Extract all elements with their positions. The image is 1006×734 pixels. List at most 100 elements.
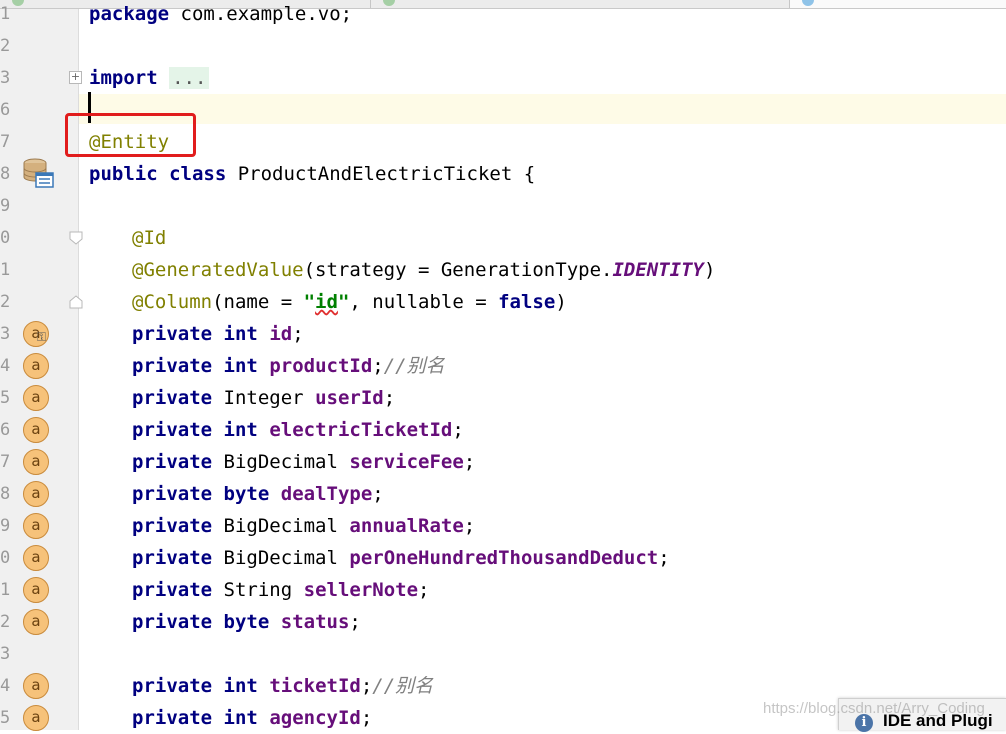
field-name: userId bbox=[315, 387, 384, 409]
line-number: 1 bbox=[0, 4, 11, 24]
code-text: private int productId;//别名 bbox=[132, 355, 445, 377]
line-number: 6 bbox=[0, 100, 11, 120]
field-icon[interactable]: a bbox=[23, 353, 49, 379]
paren: ) bbox=[555, 291, 567, 313]
type-name: Integer bbox=[223, 387, 304, 409]
line-number: 2 bbox=[0, 612, 11, 632]
field-icon[interactable]: a bbox=[23, 705, 49, 731]
field-icon[interactable]: a bbox=[23, 577, 49, 603]
comment: //别名 bbox=[383, 355, 445, 377]
keyword: public class bbox=[89, 163, 227, 185]
code-text: public class ProductAndElectricTicket { bbox=[89, 158, 535, 190]
field-line[interactable]: 4 a private int productId;//别名 bbox=[0, 350, 1006, 382]
field-name: serviceFee bbox=[349, 451, 464, 473]
code-text: private int id; bbox=[132, 323, 304, 345]
code-line[interactable]: 8 public class ProductAndElectricTicket … bbox=[0, 158, 1006, 190]
field-icon[interactable]: a bbox=[23, 545, 49, 571]
field-line[interactable]: 7 a private BigDecimal serviceFee; bbox=[0, 446, 1006, 478]
annotation: @Id bbox=[132, 227, 167, 249]
line-number: 9 bbox=[0, 516, 11, 536]
primitive-type: int bbox=[223, 323, 258, 345]
string-quote: " bbox=[303, 291, 316, 313]
fold-start-icon[interactable] bbox=[69, 231, 83, 245]
line-number: 7 bbox=[0, 452, 11, 472]
modifier: private bbox=[132, 515, 213, 537]
field-icon[interactable]: a bbox=[23, 449, 49, 475]
modifier: private bbox=[132, 675, 213, 697]
annotation-args: (name = bbox=[212, 291, 304, 313]
type-name: BigDecimal bbox=[223, 547, 338, 569]
field-name: id bbox=[269, 323, 293, 345]
line-number: 6 bbox=[0, 420, 11, 440]
field-line[interactable]: 0 a private BigDecimal perOneHundredThou… bbox=[0, 542, 1006, 574]
field-name: ticketId bbox=[269, 675, 361, 697]
paren: ) bbox=[703, 259, 716, 281]
code-line[interactable]: 1 package com.example.vo; bbox=[0, 0, 1006, 30]
primitive-type: byte bbox=[223, 611, 270, 633]
field-name: productId bbox=[269, 355, 373, 377]
annotation: @GeneratedValue bbox=[132, 259, 304, 281]
fold-expand-icon[interactable]: + bbox=[69, 71, 82, 84]
code-text: @Id bbox=[132, 222, 166, 254]
code-text: private Integer userId; bbox=[132, 387, 396, 409]
fold-end-icon[interactable] bbox=[69, 295, 83, 309]
field-icon[interactable]: a bbox=[23, 417, 49, 443]
field-name: dealType bbox=[280, 483, 373, 505]
field-icon[interactable]: a bbox=[23, 481, 49, 507]
code-text: private int electricTicketId; bbox=[132, 419, 464, 441]
line-number: 8 bbox=[0, 484, 11, 504]
code-text: import ... bbox=[89, 62, 210, 94]
field-line[interactable]: 9 a private BigDecimal annualRate; bbox=[0, 510, 1006, 542]
field-line[interactable]: 6 a private int electricTicketId; bbox=[0, 414, 1006, 446]
line-number: 7 bbox=[0, 132, 11, 152]
code-text: private BigDecimal annualRate; bbox=[132, 515, 476, 537]
code-line[interactable]: 3 + import ... bbox=[0, 62, 1006, 94]
code-text: private byte dealType; bbox=[132, 483, 384, 505]
field-line[interactable]: 1 a private String sellerNote; bbox=[0, 574, 1006, 606]
type-name: BigDecimal bbox=[223, 515, 338, 537]
comment: //别名 bbox=[372, 675, 434, 697]
primitive-type: int bbox=[223, 675, 258, 697]
field-line[interactable]: 2 a private byte status; bbox=[0, 606, 1006, 638]
line-number: 0 bbox=[0, 548, 11, 568]
code-line[interactable]: 2 bbox=[0, 30, 1006, 62]
primitive-type: int bbox=[223, 355, 258, 377]
code-line[interactable]: 0 @Id bbox=[0, 222, 1006, 254]
line-number: 1 bbox=[0, 260, 11, 280]
primitive-type: byte bbox=[223, 483, 270, 505]
code-line[interactable]: 1 @GeneratedValue(strategy = GenerationT… bbox=[0, 254, 1006, 286]
code-line[interactable]: 2 @Column(name = "id", nullable = false) bbox=[0, 286, 1006, 318]
line-number: 3 bbox=[0, 644, 11, 664]
field-name: annualRate bbox=[349, 515, 464, 537]
line-number: 0 bbox=[0, 228, 11, 248]
field-icon[interactable]: a bbox=[23, 673, 49, 699]
entity-database-icon[interactable] bbox=[22, 157, 54, 189]
line-number: 8 bbox=[0, 164, 11, 184]
annotation-args: (strategy = GenerationType. bbox=[303, 259, 613, 281]
code-line[interactable]: 3 bbox=[0, 638, 1006, 670]
field-icon[interactable]: a bbox=[23, 513, 49, 539]
folded-imports[interactable]: ... bbox=[169, 67, 210, 89]
annotation: @Column bbox=[132, 291, 213, 313]
modifier: private bbox=[132, 323, 213, 345]
modifier: private bbox=[132, 387, 213, 409]
primary-key-icon: ⚿ bbox=[37, 330, 47, 344]
line-number: 3 bbox=[0, 324, 11, 344]
field-line[interactable]: 3 a ⚿ private int id; bbox=[0, 318, 1006, 350]
keyword: package bbox=[89, 3, 170, 25]
field-icon[interactable]: a bbox=[23, 385, 49, 411]
code-text: private BigDecimal perOneHundredThousand… bbox=[132, 547, 670, 569]
code-text: private int ticketId;//别名 bbox=[132, 675, 434, 697]
code-text: @GeneratedValue(strategy = GenerationTyp… bbox=[132, 254, 715, 286]
field-line[interactable]: 5 a private Integer userId; bbox=[0, 382, 1006, 414]
field-name: perOneHundredThousandDeduct bbox=[349, 547, 659, 569]
code-line[interactable]: 9 bbox=[0, 190, 1006, 222]
field-icon[interactable]: a bbox=[23, 609, 49, 635]
line-number: 5 bbox=[0, 388, 11, 408]
field-line[interactable]: 8 a private byte dealType; bbox=[0, 478, 1006, 510]
modifier: private bbox=[132, 355, 213, 377]
code-text: private BigDecimal serviceFee; bbox=[132, 451, 476, 473]
enum-constant: IDENTITY bbox=[612, 259, 704, 281]
modifier: private bbox=[132, 419, 213, 441]
